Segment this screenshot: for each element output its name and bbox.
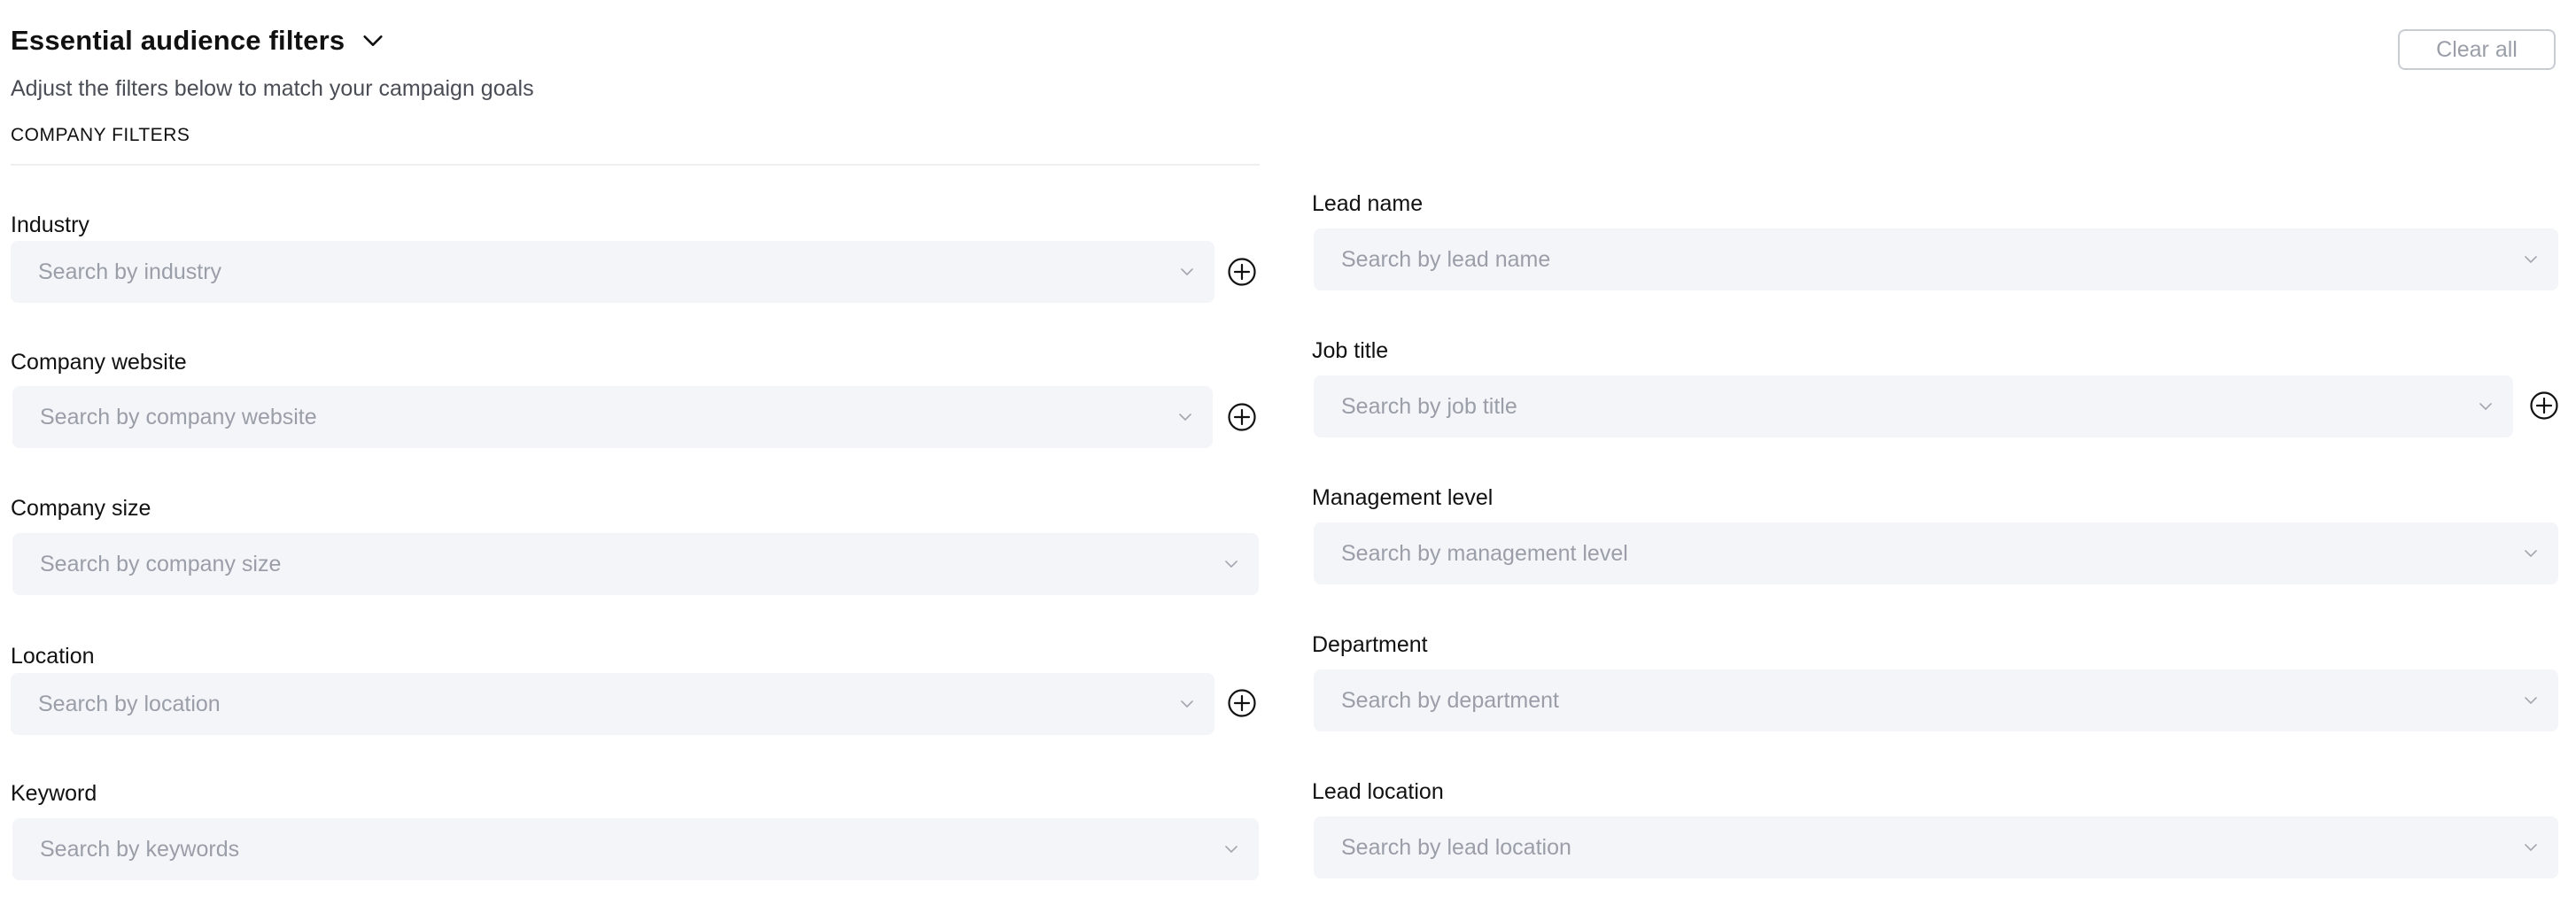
chevron-down-icon <box>2525 550 2537 557</box>
add-location-icon[interactable] <box>1227 688 1257 718</box>
add-job-title-icon[interactable] <box>2529 391 2559 421</box>
department-label: Department <box>1312 632 1428 657</box>
lead-name-label: Lead name <box>1312 191 1424 216</box>
chevron-down-icon <box>1225 846 1238 853</box>
industry-placeholder: Search by industry <box>38 259 222 284</box>
job-title-placeholder: Search by job title <box>1341 393 1517 419</box>
management-level-label: Management level <box>1312 485 1494 510</box>
company-size-label: Company size <box>11 496 151 521</box>
chevron-down-icon[interactable] <box>361 28 385 53</box>
industry-label: Industry <box>11 213 89 237</box>
chevron-down-icon <box>1179 414 1191 421</box>
keyword-select[interactable]: Search by keywords <box>12 818 1259 880</box>
chevron-down-icon <box>1181 268 1193 275</box>
lead-name-placeholder: Search by lead name <box>1341 246 1551 272</box>
management-level-placeholder: Search by management level <box>1341 540 1628 566</box>
page-subtitle: Adjust the filters below to match your c… <box>11 76 534 101</box>
job-title-select[interactable]: Search by job title <box>1314 375 2513 437</box>
location-select[interactable]: Search by location <box>11 673 1214 735</box>
chevron-down-icon <box>2525 844 2537 851</box>
filters-header[interactable]: Essential audience filters <box>11 25 385 57</box>
company-website-placeholder: Search by company website <box>40 404 317 429</box>
job-title-label: Job title <box>1312 338 1389 363</box>
chevron-down-icon <box>2479 403 2492 410</box>
lead-name-select[interactable]: Search by lead name <box>1314 228 2558 290</box>
chevron-down-icon <box>1181 700 1193 708</box>
location-label: Location <box>11 644 95 669</box>
industry-select[interactable]: Search by industry <box>11 241 1214 303</box>
location-placeholder: Search by location <box>38 691 221 716</box>
add-company-website-icon[interactable] <box>1227 402 1257 432</box>
clear-all-button[interactable]: Clear all <box>2398 29 2556 70</box>
department-select[interactable]: Search by department <box>1314 669 2558 731</box>
add-industry-icon[interactable] <box>1227 257 1257 287</box>
section-divider <box>11 164 1260 166</box>
company-website-label: Company website <box>11 350 187 375</box>
keyword-label: Keyword <box>11 781 97 806</box>
chevron-down-icon <box>2525 256 2537 263</box>
page-title: Essential audience filters <box>11 25 345 56</box>
management-level-select[interactable]: Search by management level <box>1314 522 2558 584</box>
chevron-down-icon <box>2525 697 2537 704</box>
lead-location-select[interactable]: Search by lead location <box>1314 816 2558 878</box>
company-website-select[interactable]: Search by company website <box>12 386 1213 448</box>
department-placeholder: Search by department <box>1341 687 1559 713</box>
chevron-down-icon <box>1225 561 1238 568</box>
company-size-placeholder: Search by company size <box>40 551 282 576</box>
lead-location-placeholder: Search by lead location <box>1341 834 1571 860</box>
section-label-company-filters: COMPANY FILTERS <box>11 125 190 145</box>
keyword-placeholder: Search by keywords <box>40 836 240 862</box>
company-size-select[interactable]: Search by company size <box>12 533 1259 595</box>
lead-location-label: Lead location <box>1312 779 1444 804</box>
